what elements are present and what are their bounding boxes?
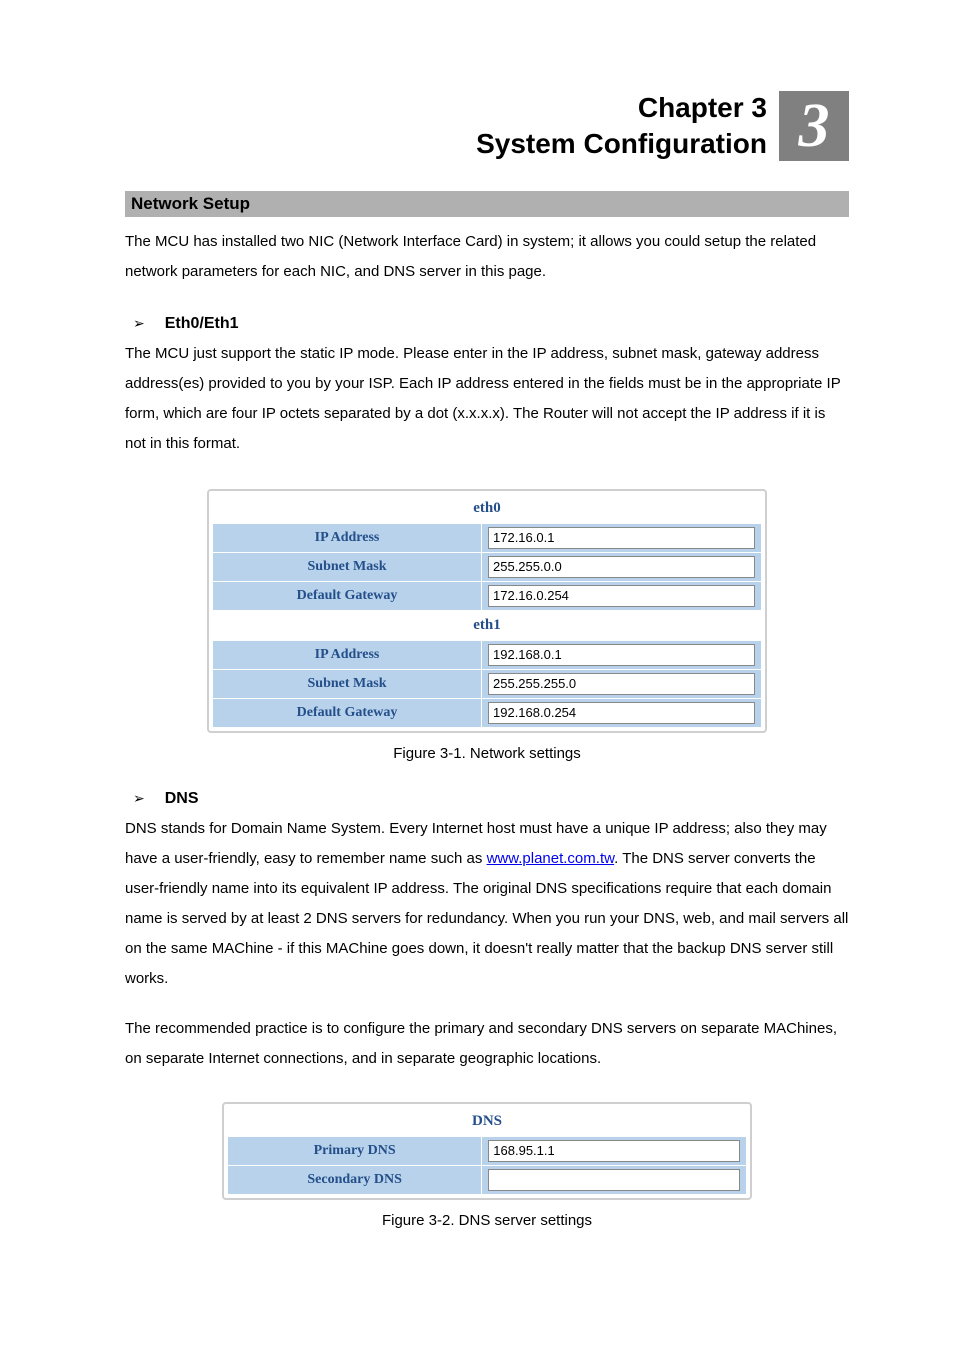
eth1-mask-input[interactable]: [488, 673, 755, 695]
dns-config-table: DNS Primary DNS Secondary DNS: [222, 1102, 752, 1200]
chapter-number-box: 3: [779, 91, 849, 161]
secondary-dns-input[interactable]: [488, 1169, 740, 1191]
chapter-titles: Chapter 3 System Configuration: [476, 90, 767, 163]
dns-text-post: . The DNS server converts the user-frien…: [125, 850, 848, 987]
dns-group-header: DNS: [228, 1107, 747, 1137]
eth-heading-row: ➢ Eth0/Eth1: [125, 315, 849, 333]
primary-dns-input[interactable]: [488, 1140, 740, 1162]
eth0-gw-input[interactable]: [488, 585, 755, 607]
section-title-network-setup: Network Setup: [125, 191, 849, 217]
eth1-mask-label: Subnet Mask: [213, 669, 482, 698]
dns-heading-row: ➢ DNS: [125, 790, 849, 808]
dns-text-1: DNS stands for Domain Name System. Every…: [125, 814, 849, 994]
eth0-gw-label: Default Gateway: [213, 581, 482, 610]
table-row: Primary DNS: [228, 1136, 747, 1165]
eth0-ip-label: IP Address: [213, 523, 482, 552]
secondary-dns-label: Secondary DNS: [228, 1165, 482, 1194]
eth0-mask-input[interactable]: [488, 556, 755, 578]
chapter-number: 3: [799, 95, 830, 157]
chapter-line2: System Configuration: [476, 126, 767, 162]
table-row: IP Address: [213, 640, 762, 669]
network-setup-intro: The MCU has installed two NIC (Network I…: [125, 227, 849, 287]
figure-caption-3-2: Figure 3-2. DNS server settings: [125, 1212, 849, 1229]
eth1-ip-input[interactable]: [488, 644, 755, 666]
dns-link[interactable]: www.planet.com.tw: [487, 850, 615, 867]
eth1-group-header: eth1: [213, 610, 762, 640]
chapter-header: Chapter 3 System Configuration 3: [125, 90, 849, 163]
table-row: Default Gateway: [213, 581, 762, 610]
dns-text-2: The recommended practice is to configure…: [125, 1014, 849, 1074]
arrow-icon: ➢: [133, 790, 145, 807]
table-row: Secondary DNS: [228, 1165, 747, 1194]
eth-heading: Eth0/Eth1: [165, 315, 239, 333]
arrow-icon: ➢: [133, 315, 145, 332]
eth0-ip-input[interactable]: [488, 527, 755, 549]
document-page: Chapter 3 System Configuration 3 Network…: [0, 0, 954, 1307]
eth0-mask-label: Subnet Mask: [213, 552, 482, 581]
table-row: IP Address: [213, 523, 762, 552]
figure-caption-3-1: Figure 3-1. Network settings: [125, 745, 849, 762]
eth1-gw-label: Default Gateway: [213, 698, 482, 727]
eth1-gw-input[interactable]: [488, 702, 755, 724]
eth-config-table: eth0 IP Address Subnet Mask Default Gate…: [207, 489, 767, 733]
table-row: Default Gateway: [213, 698, 762, 727]
eth-text: The MCU just support the static IP mode.…: [125, 339, 849, 459]
chapter-line1: Chapter 3: [476, 90, 767, 126]
dns-heading: DNS: [165, 790, 199, 808]
table-row: Subnet Mask: [213, 669, 762, 698]
primary-dns-label: Primary DNS: [228, 1136, 482, 1165]
eth1-ip-label: IP Address: [213, 640, 482, 669]
table-row: Subnet Mask: [213, 552, 762, 581]
eth0-group-header: eth0: [213, 494, 762, 524]
